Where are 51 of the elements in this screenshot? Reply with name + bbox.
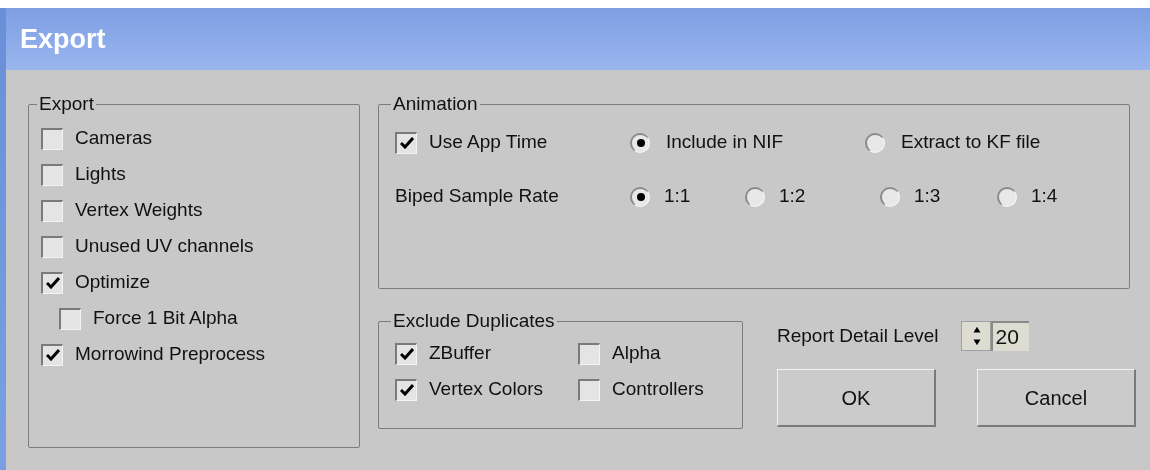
radio-label: 1:4 [1031, 184, 1058, 209]
radio-button[interactable] [865, 132, 885, 153]
field-label: Biped Sample Rate [395, 184, 560, 209]
radio-button[interactable] [630, 186, 650, 207]
radio-button[interactable] [880, 186, 900, 207]
checkbox-label: Alpha [612, 341, 661, 366]
checkbox-label: Optimize [75, 270, 150, 295]
radio-label: 1:2 [779, 184, 806, 209]
checkbox-label: Controllers [612, 377, 704, 402]
number-field[interactable]: 20 [990, 321, 1029, 351]
checkbox-label: Unused UV channels [75, 234, 254, 259]
radio-button[interactable] [997, 186, 1017, 207]
checkbox-label: Cameras [75, 126, 153, 151]
group-title: Animation [392, 92, 479, 116]
checkbox-label: Use App Time [429, 130, 548, 155]
radio-button[interactable] [745, 186, 765, 207]
checkbox[interactable] [578, 342, 600, 365]
radio-label: Include in NIF [666, 130, 784, 155]
window-title: Export [20, 22, 106, 56]
checkbox[interactable] [41, 271, 63, 294]
checkbox-label: Morrowind Preprocess [75, 342, 266, 367]
check-icon [45, 277, 60, 289]
checkbox-label: ZBuffer [429, 341, 491, 366]
checkbox[interactable] [59, 307, 81, 330]
check-icon [399, 348, 414, 360]
checkbox[interactable] [41, 343, 63, 366]
checkbox-label: Force 1 Bit Alpha [93, 306, 238, 331]
radio-label: 1:3 [914, 184, 941, 209]
ok-button[interactable]: OK [777, 369, 936, 427]
checkbox[interactable] [578, 378, 600, 401]
checkbox[interactable] [41, 235, 63, 258]
group-title: Export [38, 92, 95, 116]
radio-button[interactable] [630, 132, 650, 153]
check-icon [399, 137, 414, 149]
checkbox[interactable] [395, 378, 417, 401]
checkbox-label: Vertex Weights [75, 198, 203, 223]
checkbox[interactable] [395, 342, 417, 365]
radio-label: 1:1 [664, 184, 691, 209]
checkbox[interactable] [41, 163, 63, 186]
checkbox[interactable] [41, 199, 63, 222]
group-title: Exclude Duplicates [392, 309, 556, 333]
checkbox-label: Vertex Colors [429, 377, 544, 402]
radio-label: Extract to KF file [901, 130, 1041, 155]
check-icon [45, 349, 60, 361]
checkbox[interactable] [395, 131, 417, 154]
checkbox-label: Lights [75, 162, 126, 187]
field-label: Report Detail Level [777, 323, 939, 348]
cancel-button[interactable]: Cancel [977, 369, 1136, 427]
check-icon [399, 384, 414, 396]
spinner-arrows[interactable] [960, 321, 991, 351]
checkbox[interactable] [41, 127, 63, 150]
